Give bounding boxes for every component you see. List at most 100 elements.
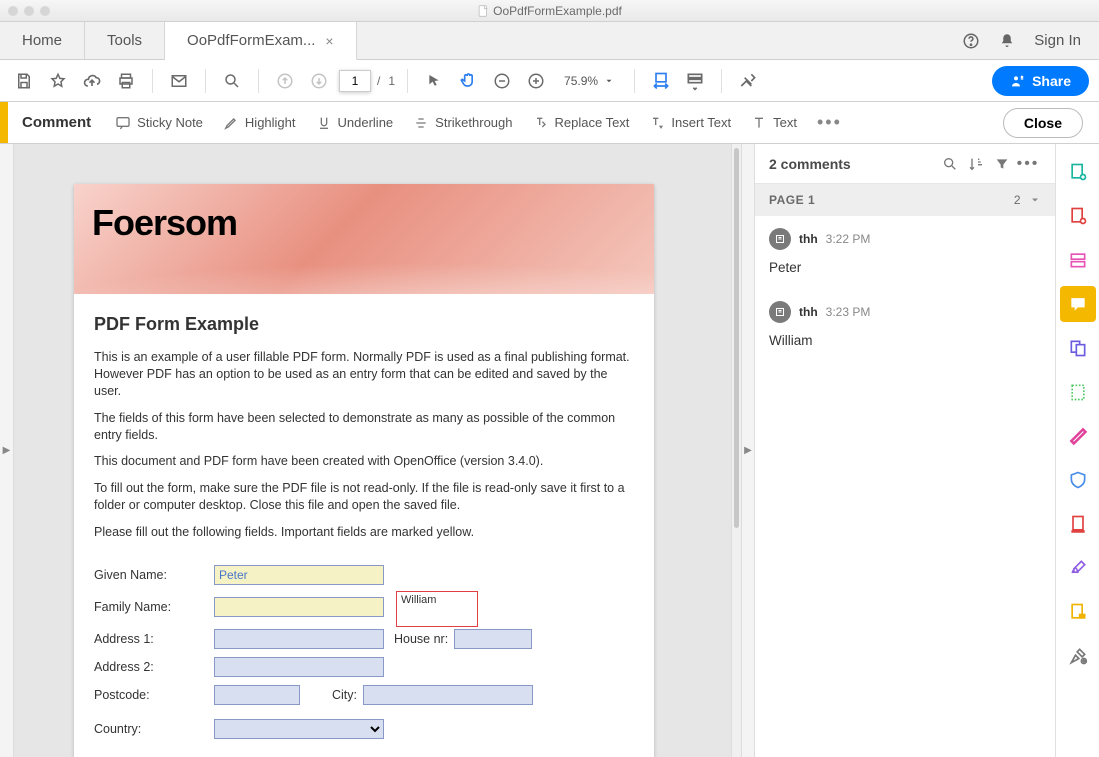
comment-toolbar: Comment Sticky Note Highlight Underline … (0, 102, 1099, 144)
redact-tool[interactable] (1060, 418, 1096, 454)
window-controls[interactable] (8, 6, 50, 16)
share-button[interactable]: Share (992, 66, 1089, 96)
insert-text-label: Insert Text (671, 115, 731, 130)
paragraph: The fields of this form have been select… (94, 410, 634, 444)
fit-width-icon[interactable] (647, 67, 675, 95)
tab-document[interactable]: OoPdfFormExam... × (165, 22, 357, 60)
underline-label: Underline (338, 115, 394, 130)
erase-icon[interactable] (734, 67, 762, 95)
panel-divider[interactable]: ▶ (741, 144, 755, 757)
comments-page-group[interactable]: PAGE 1 2 (755, 184, 1055, 216)
search-icon[interactable] (218, 67, 246, 95)
strikethrough-tool[interactable]: Strikethrough (403, 115, 522, 131)
zoom-in-icon[interactable] (522, 67, 550, 95)
fill-sign-tool[interactable] (1060, 550, 1096, 586)
comment-item[interactable]: thh 3:23 PM William (755, 289, 1055, 362)
document-heading: PDF Form Example (94, 314, 634, 335)
bell-icon[interactable] (998, 32, 1016, 50)
highlight-tool[interactable]: Highlight (213, 115, 306, 131)
city-label: City: (332, 688, 357, 702)
comment-popup[interactable]: William (396, 591, 478, 627)
comment-type-icon (769, 228, 791, 250)
share-label: Share (1032, 73, 1071, 89)
sticky-note-tool[interactable]: Sticky Note (105, 115, 213, 131)
postcode-field[interactable] (214, 685, 300, 705)
address2-label: Address 2: (94, 660, 214, 674)
more-tools-icon[interactable]: ••• (807, 112, 852, 133)
zoom-window-icon[interactable] (40, 6, 50, 16)
main-toolbar: / 1 75.9% Share (0, 60, 1099, 102)
tab-tools-label: Tools (107, 32, 142, 49)
tab-strip: Home Tools OoPdfFormExam... × Sign In (0, 22, 1099, 60)
given-name-field[interactable] (214, 565, 384, 585)
search-comments-icon[interactable] (937, 156, 963, 172)
star-icon[interactable] (44, 67, 72, 95)
address2-field[interactable] (214, 657, 384, 677)
text-box-tool[interactable]: Text (741, 115, 807, 131)
close-window-icon[interactable] (8, 6, 18, 16)
more-comments-icon[interactable]: ••• (1015, 155, 1041, 173)
text-box-label: Text (773, 115, 797, 130)
export-pdf-tool[interactable] (1060, 198, 1096, 234)
sign-in-link[interactable]: Sign In (1034, 32, 1081, 49)
next-page-icon[interactable] (305, 67, 333, 95)
selection-tool-icon[interactable] (420, 67, 448, 95)
comment-type-icon (769, 301, 791, 323)
pdf-page: Foersom PDF Form Example This is an exam… (74, 184, 654, 757)
more-tools-tool[interactable] (1060, 638, 1096, 674)
hand-tool-icon[interactable] (454, 67, 482, 95)
tab-home-label: Home (22, 32, 62, 49)
comment-item[interactable]: thh 3:22 PM Peter (755, 216, 1055, 289)
scrollbar-thumb[interactable] (734, 148, 739, 528)
city-field[interactable] (363, 685, 533, 705)
email-icon[interactable] (165, 67, 193, 95)
page-display-icon[interactable] (681, 67, 709, 95)
create-pdf-tool[interactable] (1060, 154, 1096, 190)
zoom-dropdown[interactable]: 75.9% (556, 74, 622, 88)
comments-count: 2 comments (769, 156, 851, 172)
chevron-down-icon (604, 76, 614, 86)
highlight-label: Highlight (245, 115, 296, 130)
filter-comments-icon[interactable] (989, 156, 1015, 172)
page-total: 1 (388, 74, 395, 88)
save-icon[interactable] (10, 67, 38, 95)
postcode-label: Postcode: (94, 688, 214, 702)
send-for-comments-tool[interactable] (1060, 594, 1096, 630)
minimize-window-icon[interactable] (24, 6, 34, 16)
comment-tool[interactable] (1060, 286, 1096, 322)
comment-body: William (769, 333, 1041, 348)
insert-text-tool[interactable]: Insert Text (639, 115, 741, 131)
document-viewport[interactable]: Foersom PDF Form Example This is an exam… (14, 144, 731, 757)
house-nr-label: House nr: (394, 632, 448, 646)
tab-home[interactable]: Home (0, 22, 85, 59)
tab-close-icon[interactable]: × (325, 33, 333, 49)
tab-document-label: OoPdfFormExam... (187, 32, 315, 49)
cloud-upload-icon[interactable] (78, 67, 106, 95)
comment-time: 3:23 PM (826, 305, 871, 319)
left-rail-toggle[interactable]: ▶ (0, 144, 14, 757)
page-group-count: 2 (1014, 193, 1021, 207)
prev-page-icon[interactable] (271, 67, 299, 95)
highlight-icon (223, 115, 239, 131)
vertical-scrollbar[interactable] (731, 144, 741, 757)
family-name-field[interactable] (214, 597, 384, 617)
zoom-out-icon[interactable] (488, 67, 516, 95)
tab-tools[interactable]: Tools (85, 22, 165, 59)
underline-tool[interactable]: Underline (306, 115, 404, 131)
print-icon[interactable] (112, 67, 140, 95)
organize-pages-tool[interactable] (1060, 374, 1096, 410)
protect-tool[interactable] (1060, 462, 1096, 498)
sort-comments-icon[interactable] (963, 156, 989, 172)
sticky-note-label: Sticky Note (137, 115, 203, 130)
replace-text-tool[interactable]: Replace Text (523, 115, 640, 131)
address1-field[interactable] (214, 629, 384, 649)
compress-pdf-tool[interactable] (1060, 506, 1096, 542)
help-icon[interactable] (962, 32, 980, 50)
edit-pdf-tool[interactable] (1060, 242, 1096, 278)
chevron-right-icon: ▶ (3, 445, 11, 456)
combine-files-tool[interactable] (1060, 330, 1096, 366)
house-nr-field[interactable] (454, 629, 532, 649)
close-comment-toolbar-button[interactable]: Close (1003, 108, 1083, 138)
page-input[interactable] (339, 70, 371, 92)
country-select[interactable] (214, 719, 384, 739)
